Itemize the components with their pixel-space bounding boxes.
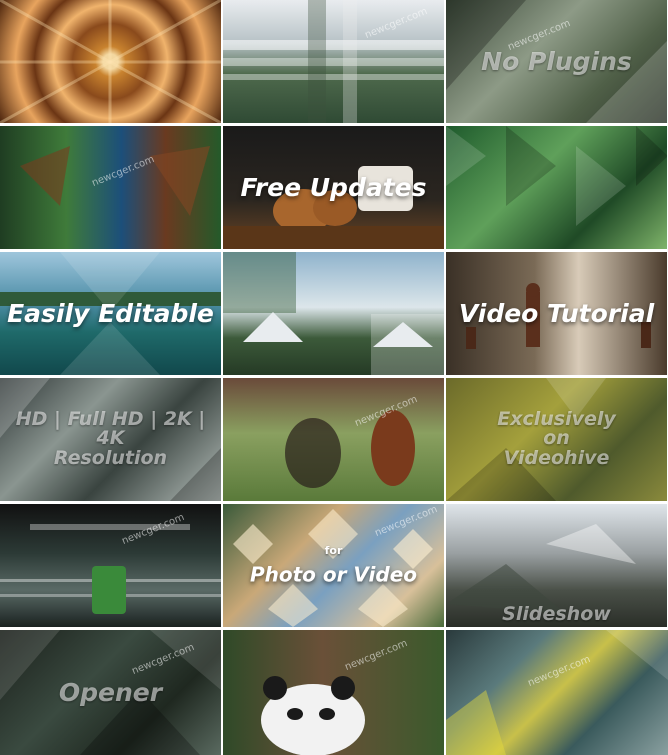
preview-tile-12[interactable]: Exclusively on Videohive	[446, 378, 667, 501]
tile-caption: Photo or Video	[249, 562, 418, 587]
tile-caption: Video Tutorial	[458, 298, 655, 328]
preview-tile-17[interactable]: newcger.com	[223, 630, 444, 755]
preview-tile-15[interactable]: Slideshow	[446, 504, 667, 627]
tile-caption: HD | Full HD | 2K | 4K Resolution	[15, 407, 206, 470]
preview-tile-4[interactable]: newcger.com	[0, 126, 221, 249]
preview-tile-16[interactable]: Opener newcger.com	[0, 630, 221, 755]
triangle-mosaic-graphic	[446, 126, 667, 226]
colorful-shards-graphic	[446, 630, 668, 755]
tile-caption: Easily Editable	[7, 298, 214, 328]
preview-tile-1[interactable]	[0, 0, 221, 123]
preview-tile-5[interactable]: Free Updates	[223, 126, 444, 249]
tile-caption: Opener	[58, 677, 163, 707]
preview-tile-3[interactable]: No Plugins newcger.com	[446, 0, 667, 123]
preview-tile-10[interactable]: HD | Full HD | 2K | 4K Resolution	[0, 378, 221, 501]
preview-tile-8[interactable]	[223, 252, 444, 375]
preview-grid: newcger.com No Plugins newcger.com newcg…	[0, 0, 668, 755]
preview-tile-9[interactable]: Video Tutorial	[446, 252, 667, 375]
shoe-shards-graphic	[20, 146, 210, 216]
zoom-burst-graphic	[0, 0, 221, 123]
mountain-grid-graphic	[223, 252, 444, 375]
tunnel-car-graphic	[0, 524, 221, 614]
panda-graphic	[261, 676, 365, 755]
preview-tile-13[interactable]: newcger.com	[0, 504, 221, 627]
preview-tile-14[interactable]: for Photo or Video newcger.com	[223, 504, 444, 627]
preview-tile-11[interactable]: newcger.com	[223, 378, 444, 501]
tile-caption: No Plugins	[481, 46, 632, 76]
preview-tile-18[interactable]: newcger.com	[446, 630, 668, 755]
tile-caption: Free Updates	[240, 172, 427, 202]
tile-caption: Slideshow	[502, 602, 611, 625]
preview-tile-6[interactable]	[446, 126, 667, 249]
preview-tile-2[interactable]: newcger.com	[223, 0, 444, 123]
preview-tile-7[interactable]: Easily Editable	[0, 252, 221, 375]
tile-caption: Exclusively on Videohive	[497, 407, 616, 470]
tile-subcaption: for	[324, 544, 343, 557]
